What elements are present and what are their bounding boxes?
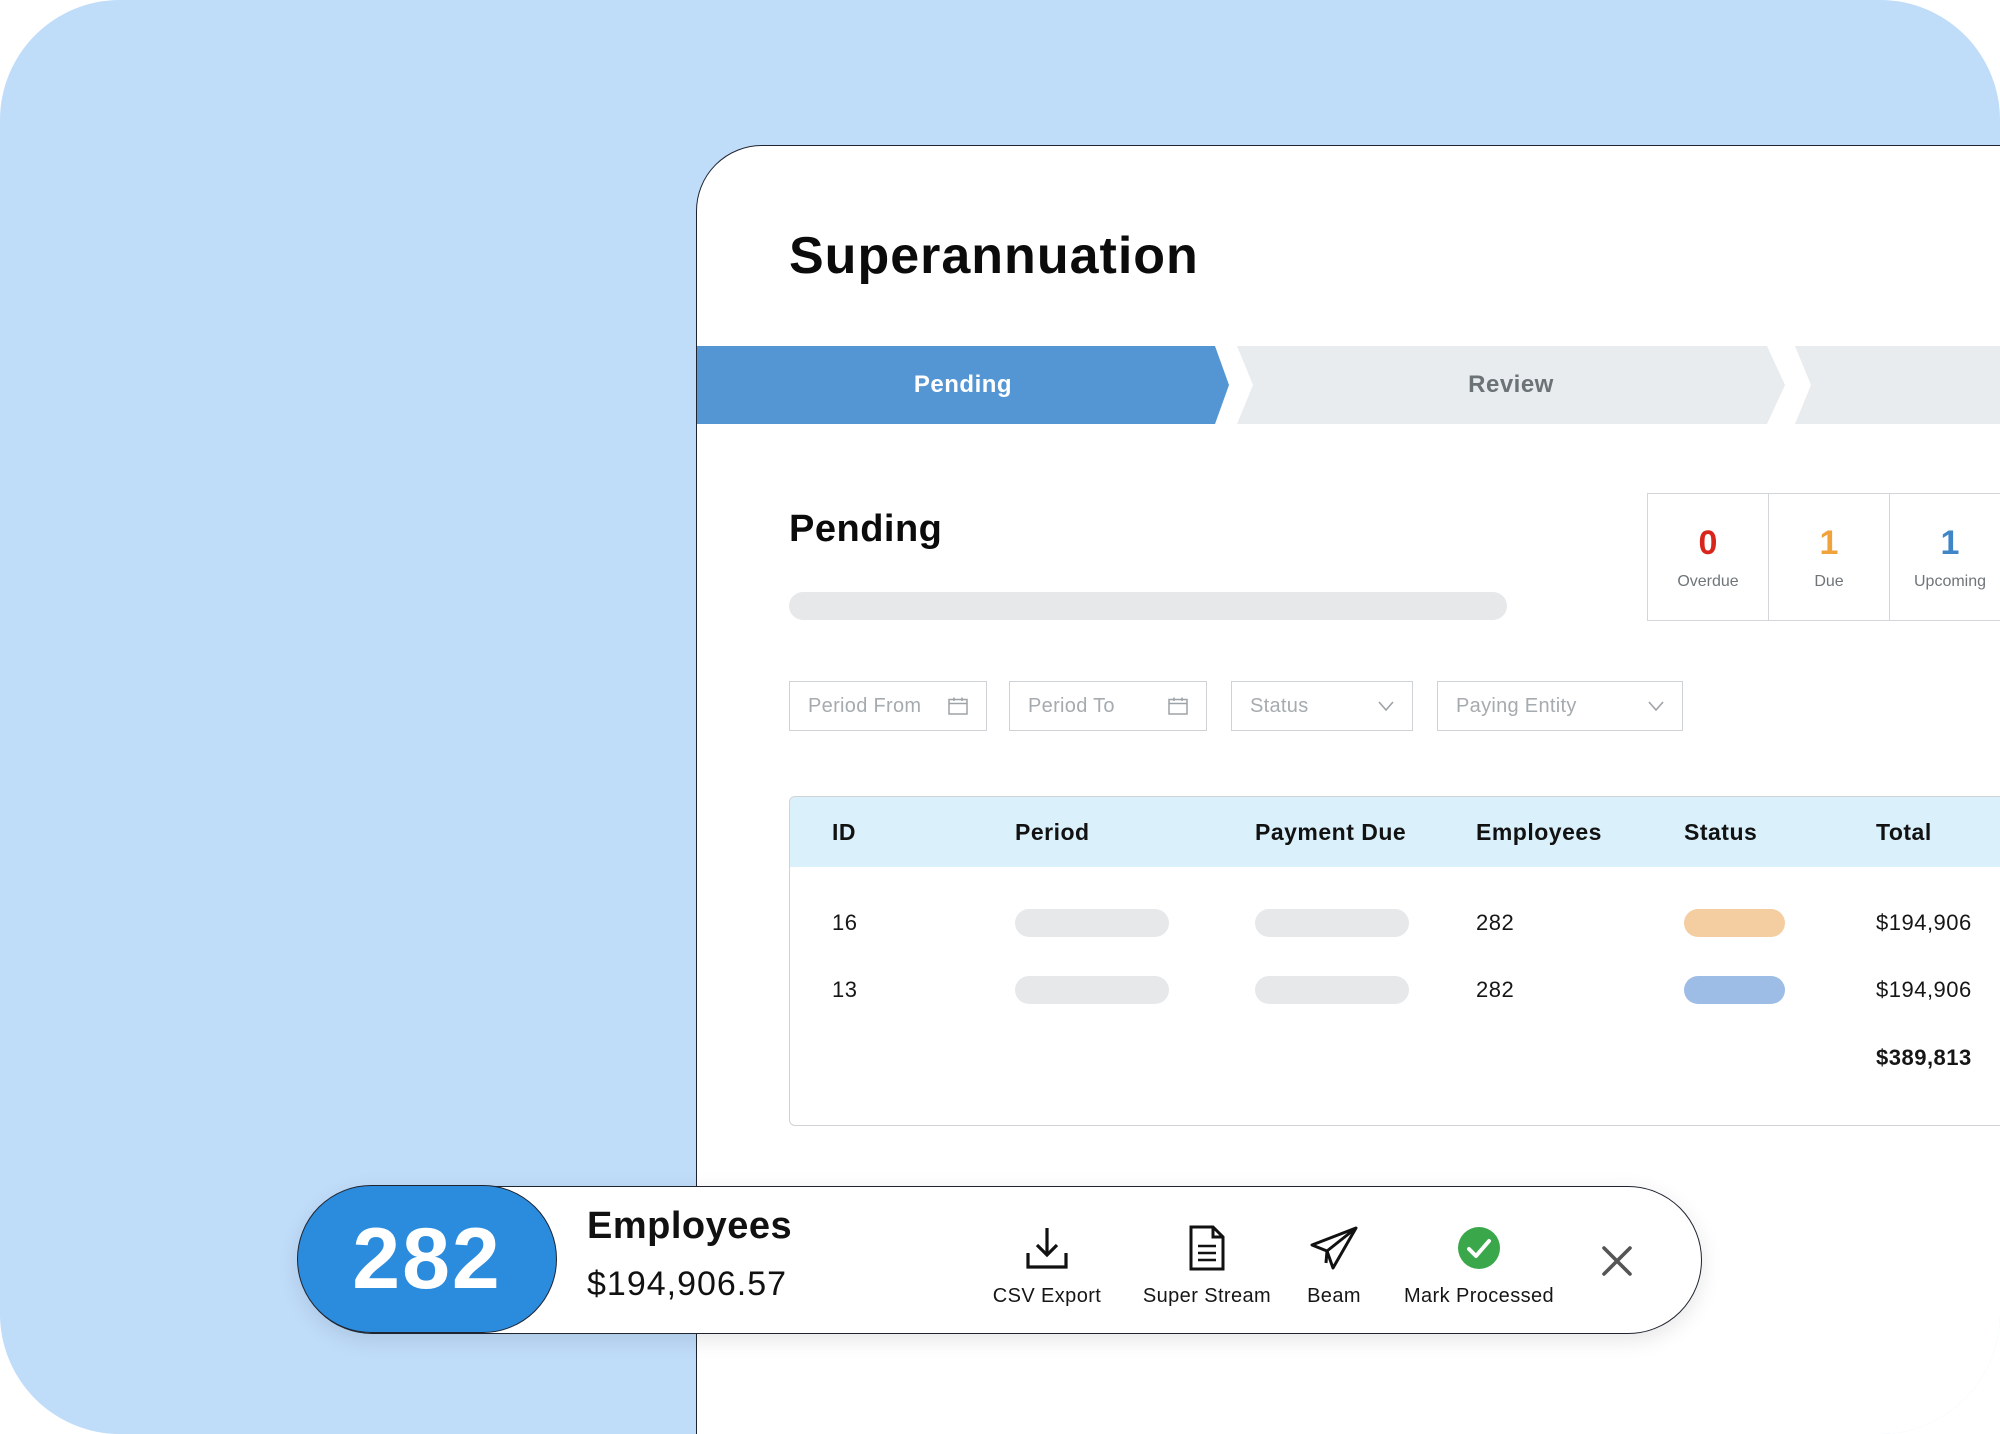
csv-export-label: CSV Export xyxy=(992,1285,1102,1307)
column-header-payment-due[interactable]: Payment Due xyxy=(1255,797,1406,867)
row-id: 13 xyxy=(832,977,858,1002)
csv-export-button[interactable]: CSV Export xyxy=(987,1223,1107,1308)
table-header: ID Period Payment Due Employees Status T… xyxy=(790,797,2000,867)
step-pending[interactable]: Pending xyxy=(697,346,1229,424)
beam-button[interactable]: Beam xyxy=(1299,1223,1369,1308)
column-header-total[interactable]: Total xyxy=(1876,797,1932,867)
step-review[interactable]: Review xyxy=(1237,346,1785,424)
period-to-placeholder: Period To xyxy=(1028,694,1115,717)
period-placeholder xyxy=(1015,909,1169,937)
superannuation-table: ID Period Payment Due Employees Status T… xyxy=(789,796,2000,1126)
row-employees: 282 xyxy=(1476,977,1515,1002)
selection-action-bar: 282 Employees $194,906.57 CSV Export Sup… xyxy=(297,1185,1702,1334)
selection-amount: $194,906.57 xyxy=(587,1265,788,1303)
step-progress: Pending Review xyxy=(697,346,2000,424)
status-badge xyxy=(1684,909,1785,937)
step-next[interactable] xyxy=(1795,346,2000,424)
document-icon xyxy=(1188,1223,1226,1273)
stat-due-value: 1 xyxy=(1819,524,1839,562)
stat-upcoming[interactable]: 1 Upcoming xyxy=(1890,494,2000,620)
status-badge xyxy=(1684,976,1785,1004)
super-stream-label: Super Stream xyxy=(1142,1285,1272,1307)
section-title: Pending xyxy=(789,508,943,550)
selection-title: Employees xyxy=(587,1205,793,1247)
row-total: $194,906 xyxy=(1876,977,1972,1002)
period-to-field[interactable]: Period To xyxy=(1009,681,1207,731)
status-select-placeholder: Status xyxy=(1250,694,1309,717)
step-review-label: Review xyxy=(1468,371,1554,398)
row-total: $194,906 xyxy=(1876,910,1972,935)
column-header-status[interactable]: Status xyxy=(1684,797,1757,867)
download-icon xyxy=(1024,1223,1070,1273)
paper-plane-icon xyxy=(1309,1223,1359,1273)
period-from-placeholder: Period From xyxy=(808,694,922,717)
column-header-id[interactable]: ID xyxy=(832,797,856,867)
status-summary: 0 Overdue 1 Due 1 Upcoming xyxy=(1647,493,2000,621)
paying-entity-select[interactable]: Paying Entity xyxy=(1437,681,1683,731)
check-circle-icon xyxy=(1457,1223,1501,1273)
row-id: 16 xyxy=(832,910,858,935)
chevron-down-icon xyxy=(1378,701,1394,711)
grand-total: $389,813 xyxy=(1876,1045,1972,1070)
stat-overdue-value: 0 xyxy=(1698,524,1718,562)
stat-upcoming-value: 1 xyxy=(1940,524,1960,562)
period-from-field[interactable]: Period From xyxy=(789,681,987,731)
selected-count-badge: 282 xyxy=(297,1185,557,1333)
close-icon[interactable] xyxy=(1599,1243,1635,1279)
column-header-employees[interactable]: Employees xyxy=(1476,797,1602,867)
paying-entity-placeholder: Paying Entity xyxy=(1456,694,1577,717)
step-pending-label: Pending xyxy=(913,371,1013,398)
status-select[interactable]: Status xyxy=(1231,681,1413,731)
column-header-period[interactable]: Period xyxy=(1015,797,1090,867)
loading-placeholder xyxy=(789,592,1507,620)
stat-upcoming-label: Upcoming xyxy=(1913,573,1987,590)
stat-due[interactable]: 1 Due xyxy=(1769,494,1890,620)
background-panel: Superannuation Pending Review Pending 0 … xyxy=(0,0,2000,1434)
mark-processed-label: Mark Processed xyxy=(1403,1285,1555,1307)
row-employees: 282 xyxy=(1476,910,1515,935)
chevron-down-icon xyxy=(1648,701,1664,711)
calendar-icon xyxy=(1168,697,1188,715)
beam-label: Beam xyxy=(1307,1285,1361,1307)
period-placeholder xyxy=(1015,976,1169,1004)
payment-due-placeholder xyxy=(1255,976,1409,1004)
stat-overdue-label: Overdue xyxy=(1677,573,1739,590)
super-stream-button[interactable]: Super Stream xyxy=(1137,1223,1277,1308)
payment-due-placeholder xyxy=(1255,909,1409,937)
stat-overdue[interactable]: 0 Overdue xyxy=(1648,494,1769,620)
stat-due-label: Due xyxy=(1814,573,1844,590)
page-title: Superannuation xyxy=(789,227,1199,285)
mark-processed-button[interactable]: Mark Processed xyxy=(1395,1223,1563,1308)
calendar-icon xyxy=(948,697,968,715)
